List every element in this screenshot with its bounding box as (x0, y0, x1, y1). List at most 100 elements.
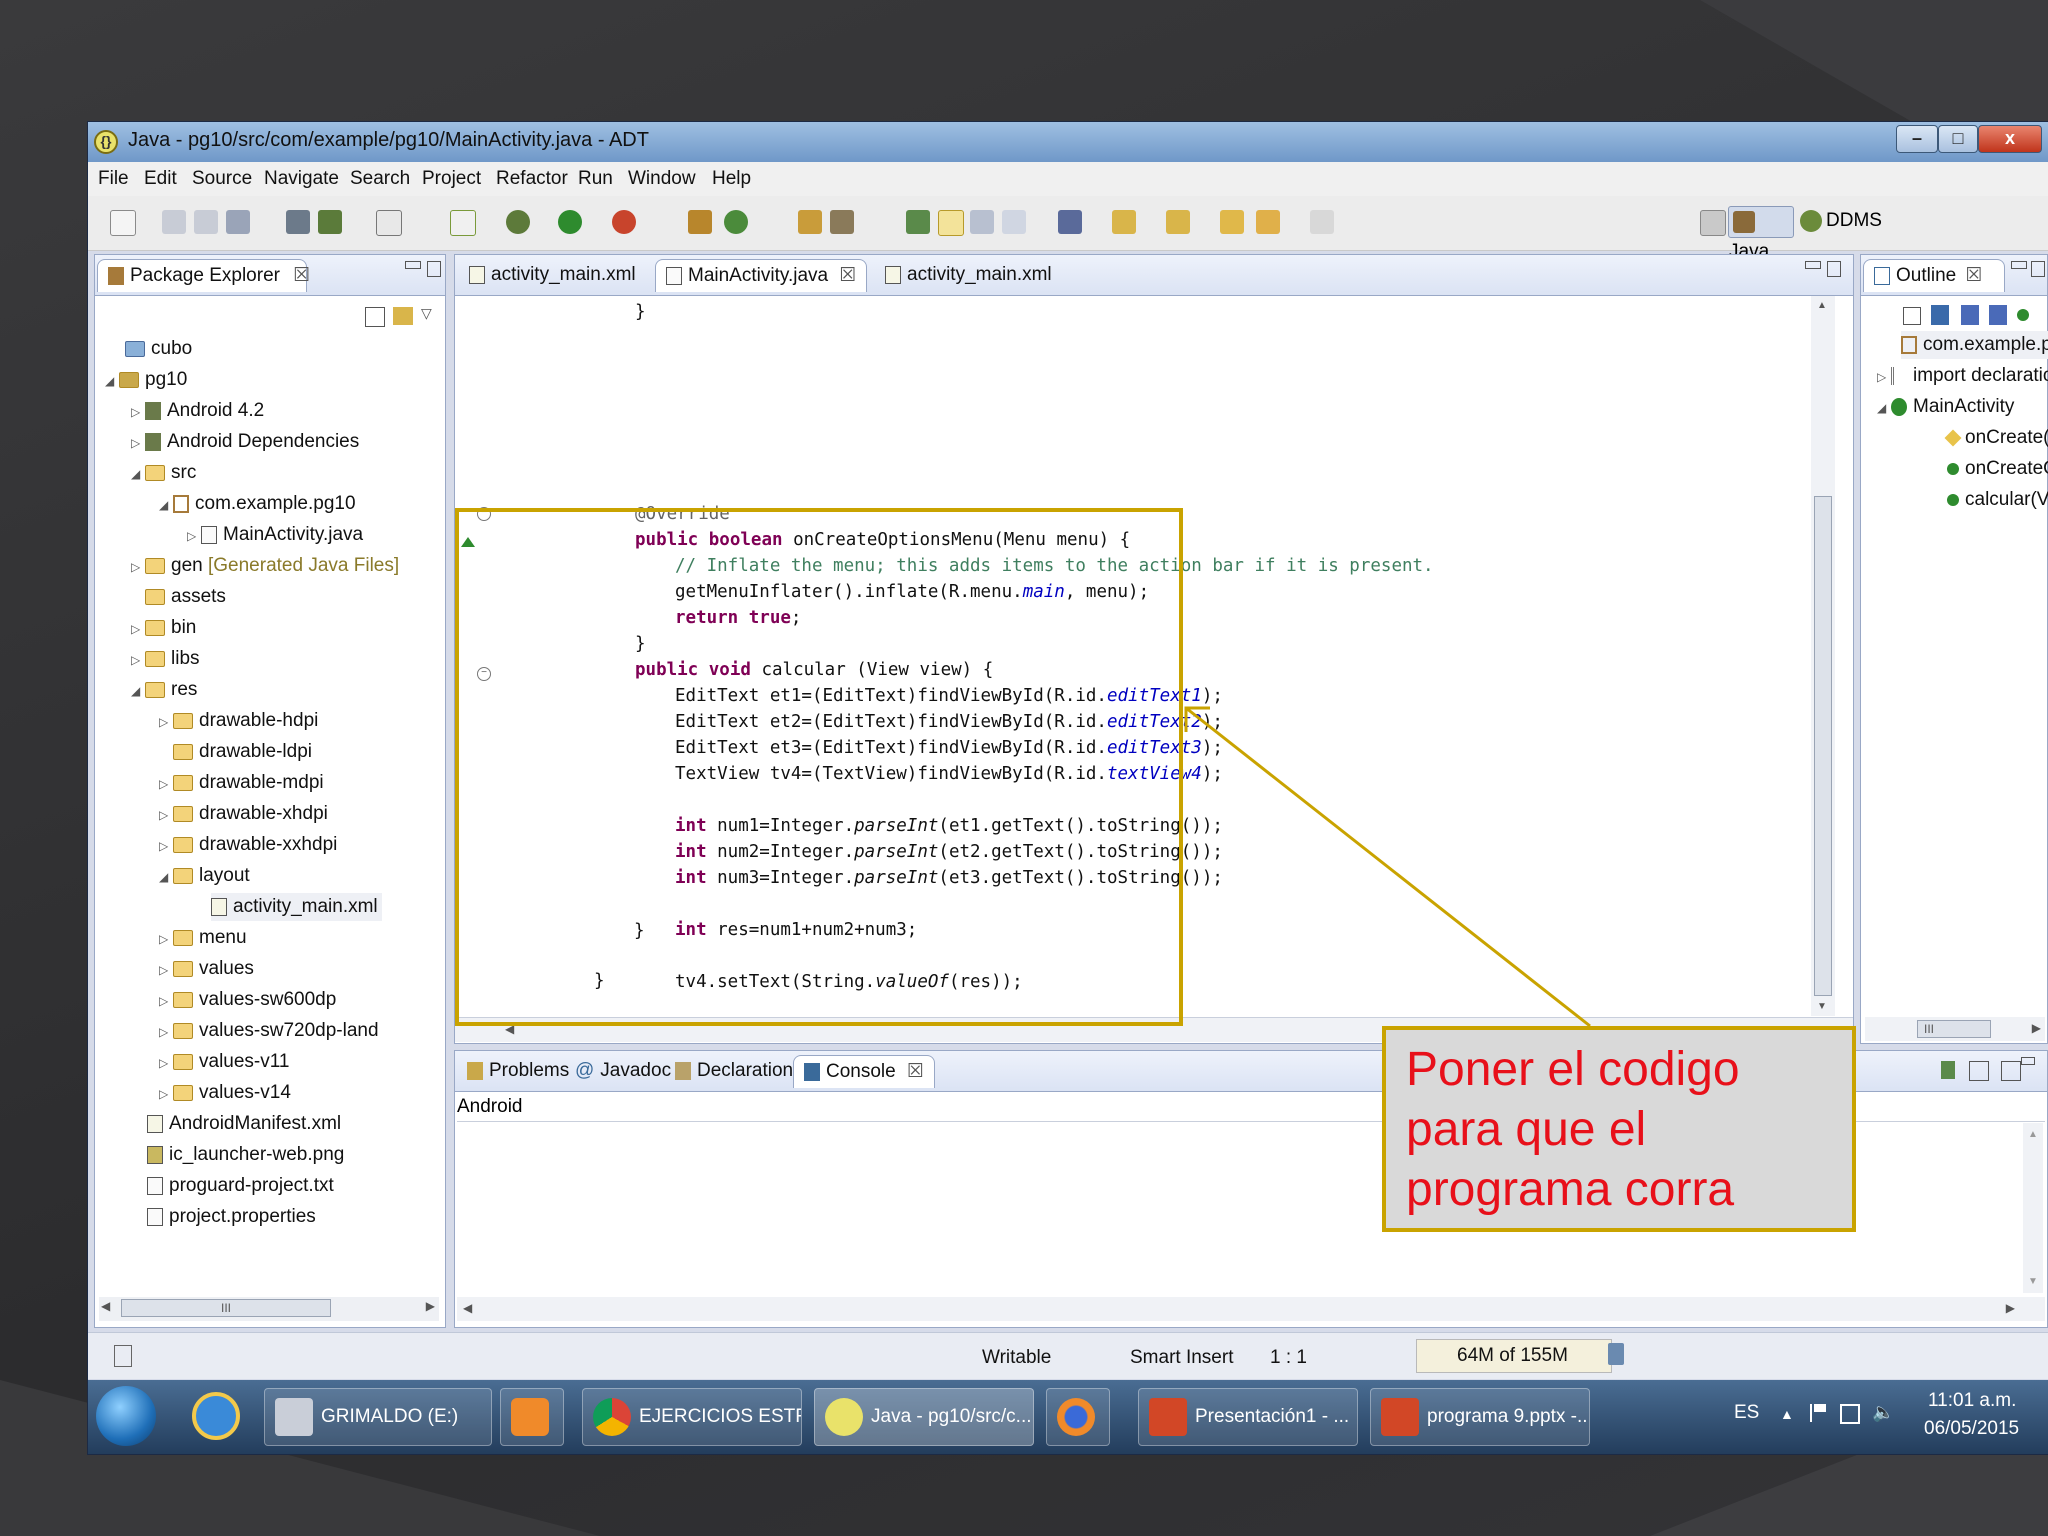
collapse-all-icon[interactable] (365, 307, 385, 327)
view-menu-icon[interactable]: ▽ (421, 305, 432, 322)
tab-javadoc[interactable]: @ Javadoc (565, 1055, 681, 1087)
hide-static-icon[interactable] (1989, 305, 2007, 325)
maximize-view-icon[interactable] (1827, 261, 1841, 277)
new-java-package-icon[interactable] (688, 210, 712, 234)
menu-window[interactable]: Window (628, 168, 696, 190)
menu-project[interactable]: Project (422, 168, 481, 190)
scroll-left-icon[interactable]: ◀ (101, 1299, 110, 1313)
collapsed-icon[interactable]: ▷ (187, 522, 201, 550)
expanded-icon[interactable]: ◢ (1877, 394, 1891, 422)
maximize-view-icon[interactable] (427, 261, 441, 277)
scroll-down-icon[interactable]: ▼ (2028, 1276, 2038, 1287)
menu-run[interactable]: Run (578, 168, 613, 190)
taskbar-item-firefox[interactable] (1046, 1388, 1110, 1446)
action-center-flag-icon[interactable] (1810, 1404, 1830, 1422)
tab-activity-main-xml[interactable]: activity_main.xml (459, 259, 646, 291)
new-java-class-icon[interactable] (724, 210, 748, 234)
tab-console[interactable]: Console ☒ (793, 1055, 936, 1088)
outline-hscrollbar[interactable]: III ▶ (1865, 1017, 2045, 1041)
tree-item-android-4-2[interactable]: ▷ Android 4.2 (131, 397, 264, 425)
language-indicator[interactable]: ES (1734, 1402, 1759, 1424)
pin-editor-icon[interactable] (1058, 210, 1082, 234)
tree-item-activity-main-xml[interactable]: activity_main.xml (211, 893, 382, 921)
save-icon[interactable] (162, 210, 186, 234)
next-annotation-icon[interactable] (1112, 210, 1136, 234)
expanded-icon[interactable]: ◢ (105, 367, 119, 395)
show-hidden-icons[interactable]: ▲ (1780, 1406, 1794, 1422)
show-whitespace-icon[interactable] (1002, 210, 1026, 234)
package-explorer-close-icon[interactable]: ☒ (293, 265, 310, 286)
tree-item-project-properties[interactable]: project.properties (147, 1203, 316, 1231)
expanded-icon[interactable]: ◢ (131, 460, 145, 488)
tree-item-drawable-ldpi[interactable]: drawable-ldpi (173, 738, 312, 766)
collapsed-icon[interactable]: ▷ (159, 1049, 173, 1077)
tree-item-pg10[interactable]: ◢ pg10 (105, 366, 187, 394)
hscroll-thumb[interactable]: III (1917, 1020, 1991, 1038)
console-hscrollbar[interactable]: ◀ ▶ (457, 1297, 2045, 1321)
collapsed-icon[interactable]: ▷ (159, 1080, 173, 1108)
tree-item-package[interactable]: ◢ com.example.pg10 (159, 490, 356, 518)
outline-item-calcular[interactable]: calcular(View) : voi (1947, 486, 2048, 514)
collapsed-icon[interactable]: ▷ (159, 987, 173, 1015)
collapsed-icon[interactable]: ▷ (131, 646, 145, 674)
garbage-collect-icon[interactable] (1608, 1343, 1624, 1365)
tab-outline[interactable]: Outline ☒ (1863, 259, 2005, 292)
tab-activity-main-xml-2[interactable]: activity_main.xml (875, 259, 1062, 291)
pin-console-icon[interactable] (1941, 1061, 1955, 1079)
save-all-icon[interactable] (194, 210, 218, 234)
outline-sort-icon[interactable] (1931, 305, 1949, 325)
minimize-view-icon[interactable] (1805, 261, 1821, 269)
clock-date[interactable]: 06/05/2015 (1924, 1418, 2019, 1440)
hide-nonpublic-icon[interactable] (2017, 309, 2029, 321)
outline-item-mainactivity[interactable]: ◢ MainActivity (1877, 393, 2014, 421)
minimize-view-icon[interactable] (2021, 1057, 2035, 1065)
vscroll-thumb[interactable] (1814, 496, 1832, 996)
tab-package-explorer[interactable]: Package Explorer ☒ (97, 259, 310, 292)
tree-item-values-v14[interactable]: ▷ values-v14 (159, 1079, 291, 1107)
tree-item-drawable-xxhdpi[interactable]: ▷ drawable-xxhdpi (159, 831, 337, 859)
menu-source[interactable]: Source (192, 168, 252, 190)
scroll-up-icon[interactable]: ▲ (2028, 1129, 2038, 1140)
tree-item-values[interactable]: ▷ values (159, 955, 254, 983)
network-icon[interactable] (1840, 1404, 1860, 1424)
scroll-right-icon[interactable]: ▶ (2032, 1021, 2041, 1035)
tree-item-cubo[interactable]: cubo (125, 335, 192, 363)
collapsed-icon[interactable]: ▷ (159, 1018, 173, 1046)
tab-problems[interactable]: Problems (457, 1055, 579, 1087)
open-type-icon[interactable] (798, 210, 822, 234)
volume-icon[interactable]: 🔈 (1872, 1402, 1894, 1423)
editor-tab-close-icon[interactable]: ☒ (839, 265, 856, 286)
collapsed-icon[interactable]: ▷ (159, 832, 173, 860)
scroll-left-icon[interactable]: ◀ (463, 1301, 472, 1315)
toggle-mark-occurrences-icon[interactable] (938, 210, 964, 236)
editor-vscrollbar[interactable]: ▲ ▼ (1811, 296, 1835, 1016)
android-sdk-manager-icon[interactable] (286, 210, 310, 234)
scroll-down-icon[interactable]: ▼ (1817, 1001, 1827, 1012)
collapsed-icon[interactable]: ▷ (131, 553, 145, 581)
tree-item-res[interactable]: ◢ res (131, 676, 197, 704)
heap-status[interactable]: 64M of 155M (1416, 1339, 1612, 1373)
collapsed-icon[interactable]: ▷ (1877, 363, 1891, 391)
menu-search[interactable]: Search (350, 168, 410, 190)
taskbar-item-drive[interactable]: GRIMALDO (E:) (264, 1388, 492, 1446)
taskbar-item-eclipse[interactable]: Java - pg10/src/c... (814, 1388, 1034, 1446)
annotation-icon[interactable] (906, 210, 930, 234)
new-icon[interactable] (110, 210, 136, 236)
link-with-editor-icon[interactable] (393, 307, 413, 325)
tree-item-libs[interactable]: ▷ libs (131, 645, 200, 673)
tree-item-src[interactable]: ◢ src (131, 459, 196, 487)
outline-item-oncreate[interactable]: onCreate(Bundle) : (1944, 424, 2048, 452)
scroll-right-icon[interactable]: ▶ (2006, 1301, 2015, 1315)
collapsed-icon[interactable]: ▷ (159, 801, 173, 829)
last-edit-location-icon[interactable] (1220, 210, 1244, 234)
java-perspective-button[interactable]: Java (1728, 206, 1794, 262)
outline-close-icon[interactable]: ☒ (1965, 265, 1982, 286)
debug-icon[interactable] (506, 210, 530, 234)
taskbar-item-media[interactable] (500, 1388, 564, 1446)
outline-item-package[interactable]: com.example.pg10 (1901, 331, 2048, 359)
outline-collapse-icon[interactable] (1903, 307, 1921, 325)
menu-file[interactable]: File (98, 168, 129, 190)
expanded-icon[interactable]: ◢ (131, 677, 145, 705)
start-button[interactable] (96, 1386, 156, 1446)
tree-item-drawable-mdpi[interactable]: ▷ drawable-mdpi (159, 769, 324, 797)
